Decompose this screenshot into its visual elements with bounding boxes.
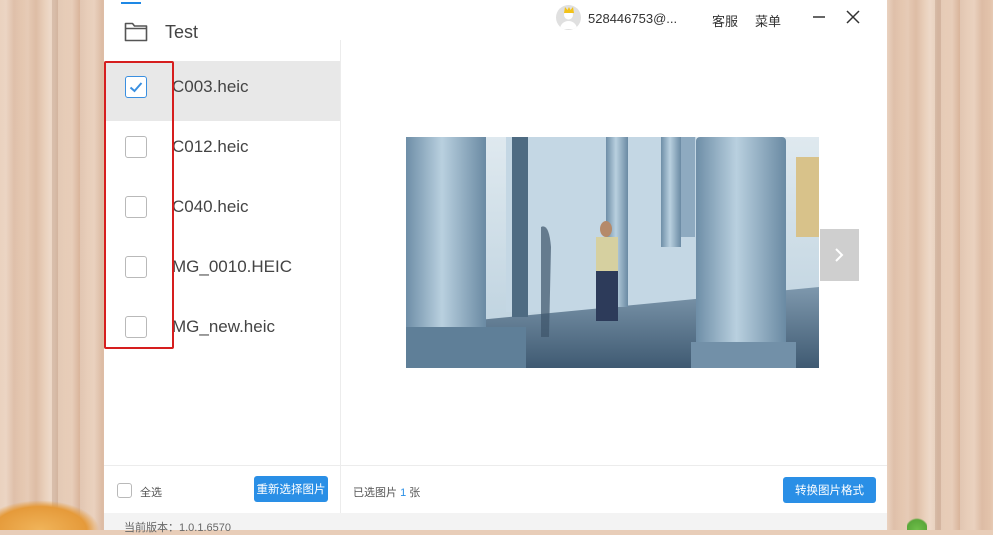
close-button[interactable] [843, 7, 863, 27]
footer: 当前版本：1.0.1.6570 [104, 513, 887, 534]
minimize-icon [813, 16, 825, 18]
bottom-bar: 全选 重新选择图片 已选图片 1 张 转换图片格式 [104, 465, 887, 514]
file-row[interactable]: C003.heic [104, 61, 340, 121]
file-row[interactable]: C012.heic [104, 121, 340, 181]
file-list: C003.heic C012.heic C040.heic MG_0010.HE… [104, 61, 340, 361]
next-image-button[interactable] [820, 229, 859, 281]
file-checkbox[interactable] [125, 316, 147, 338]
close-icon [846, 10, 860, 24]
folder-icon [124, 20, 148, 42]
title-bar: Test 528446753@... 客服 菜单 [104, 0, 887, 42]
file-checkbox[interactable] [125, 256, 147, 278]
chevron-right-icon [835, 248, 844, 262]
file-row[interactable]: MG_0010.HEIC [104, 241, 340, 301]
menu-link[interactable]: 菜单 [755, 11, 781, 30]
file-checkbox[interactable] [125, 136, 147, 158]
file-name: C003.heic [172, 77, 249, 96]
selected-count: 1 [400, 487, 407, 499]
reselect-images-button[interactable]: 重新选择图片 [254, 476, 328, 502]
file-name: C012.heic [172, 137, 249, 156]
account-name[interactable]: 528446753@... [588, 11, 677, 26]
file-sidebar: C003.heic C012.heic C040.heic MG_0010.HE… [104, 40, 341, 465]
file-name: MG_0010.HEIC [172, 257, 292, 276]
select-all-label[interactable]: 全选 [140, 484, 162, 500]
file-checkbox[interactable] [125, 76, 147, 98]
convert-format-button[interactable]: 转换图片格式 [783, 477, 876, 503]
preview-image [406, 137, 819, 368]
selected-count-text: 已选图片 1 张 [353, 487, 421, 499]
accent-bar [121, 2, 141, 4]
select-all-checkbox[interactable] [117, 483, 132, 498]
file-name: C040.heic [172, 197, 249, 216]
version-label: 当前版本：1.0.1.6570 [124, 522, 231, 534]
leaf-decoration [907, 516, 927, 530]
checkmark-icon [129, 82, 143, 93]
app-window: Test 528446753@... 客服 菜单 C003.heic C012.… [104, 0, 887, 534]
minimize-button[interactable] [809, 7, 829, 27]
leaf-decoration [0, 500, 100, 530]
file-name: MG_new.heic [172, 317, 275, 336]
file-checkbox[interactable] [125, 196, 147, 218]
crown-icon [564, 0, 574, 13]
customer-service-link[interactable]: 客服 [712, 11, 738, 30]
file-row[interactable]: C040.heic [104, 181, 340, 241]
file-row[interactable]: MG_new.heic [104, 301, 340, 361]
